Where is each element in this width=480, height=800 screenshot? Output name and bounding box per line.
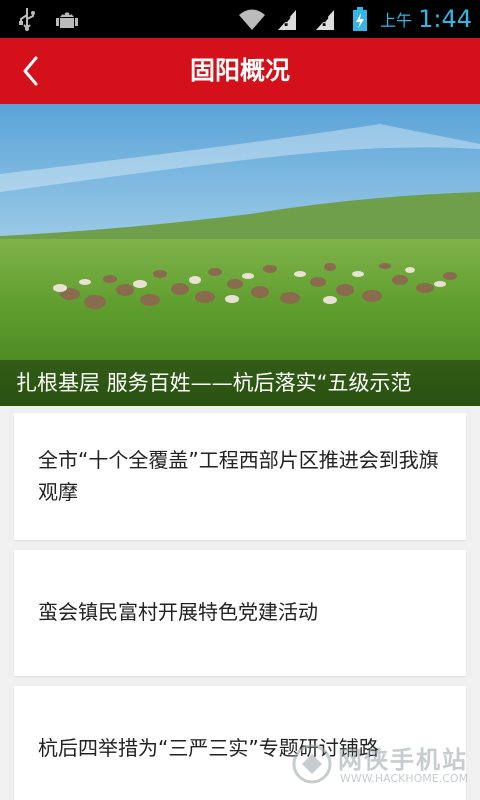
svg-text:?: ? <box>320 11 329 30</box>
battery-charging-icon <box>352 6 368 32</box>
title-bar: 固阳概况 <box>0 38 480 104</box>
list-item[interactable]: 全市“十个全覆盖”工程西部片区推进会到我旗观摩 <box>14 413 466 540</box>
android-debug-icon <box>54 6 80 32</box>
news-title: 蛮会镇民富村开展特色党建活动 <box>38 600 318 624</box>
svg-text:?: ? <box>282 11 291 30</box>
hero-banner[interactable]: 扎根基层 服务百姓——杭后落实“五级示范 <box>0 104 480 406</box>
usb-icon <box>14 6 40 32</box>
status-time: 1:44 <box>418 5 472 33</box>
watermark-logo-icon <box>292 744 332 784</box>
unknown-signal-icon: ? <box>314 6 340 32</box>
watermark-url: WWW.HACKHOME.COM <box>340 772 469 785</box>
status-bar: ? ? 上午 1:44 <box>0 0 480 38</box>
unknown-signal-icon: ? <box>276 6 302 32</box>
watermark-text: 网侠手机站 <box>338 746 468 774</box>
watermark: 网侠手机站 WWW.HACKHOME.COM <box>292 738 472 794</box>
news-title: 全市“十个全覆盖”工程西部片区推进会到我旗观摩 <box>38 448 439 504</box>
status-ampm: 上午 <box>380 11 413 30</box>
hero-caption: 扎根基层 服务百姓——杭后落实“五级示范 <box>0 360 480 406</box>
list-item[interactable]: 蛮会镇民富村开展特色党建活动 <box>14 550 466 676</box>
page-title: 固阳概况 <box>189 56 290 85</box>
wifi-icon <box>238 6 266 32</box>
